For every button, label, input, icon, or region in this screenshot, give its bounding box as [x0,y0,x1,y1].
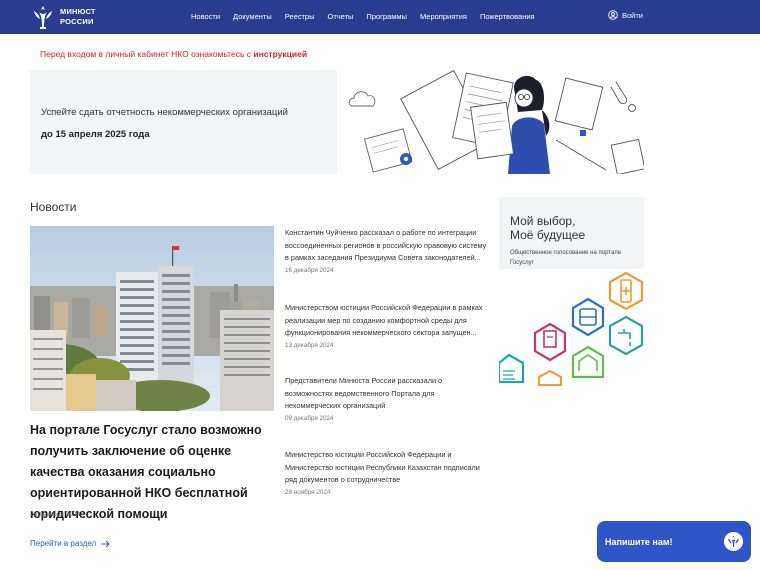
news-item-date: 28 ноября 2024 [285,488,331,496]
news-item-text: Министерством юстиции Российской Федерац… [285,303,483,337]
main-news-title[interactable]: На портале Госуслуг стало возможно получ… [30,420,280,525]
news-section-title: Новости [30,200,77,214]
logo-line-1: МИНЮСТ [60,7,96,16]
instruction-link[interactable]: инструкцией [253,49,307,59]
news-item-date: 13 декабря 2024 [285,341,334,349]
reporting-illustration [348,70,644,174]
nav-events[interactable]: Мероприятия [420,12,467,21]
cloud-icon [348,91,376,107]
top-navigation-bar: МИНЮСТ РОССИИ Новости Документы Реестры … [0,0,760,34]
news-item-date: 16 декабря 2024 [285,266,334,274]
news-item[interactable]: Министерство юстиции Российской Федераци… [285,449,490,496]
news-item[interactable]: Министерством юстиции Российской Федерац… [285,302,490,349]
write-to-us-button[interactable]: Напишите нам! [597,521,751,562]
nav-donations[interactable]: Пожертвования [480,12,535,21]
news-item-text: Представители Минюста России рассказали … [285,376,443,410]
user-icon [608,10,618,20]
nav-programs[interactable]: Программы [366,12,407,21]
login-button[interactable]: Войти [608,10,643,20]
news-item-text: Константин Чуйченко рассказал о работе п… [285,228,487,262]
nav-news[interactable]: Новости [191,12,220,21]
goto-section-link[interactable]: Перейти в раздел [30,539,110,548]
nav-registries[interactable]: Реестры [285,12,315,21]
paperclip-icon [610,81,628,105]
notice-text: Перед входом в личный кабинет НКО ознако… [40,49,254,59]
nav-documents[interactable]: Документы [233,12,272,21]
promo-title: Мой выбор, Моё будущее [510,214,585,242]
arrow-right-icon [101,540,110,547]
my-choice-promo-banner[interactable]: Мой выбор, Моё будущее Общественное голо… [499,197,644,393]
goto-label: Перейти в раздел [30,539,97,548]
login-notice: Перед входом в личный кабинет НКО ознако… [40,49,307,59]
news-item[interactable]: Представители Минюста России рассказали … [285,375,490,422]
logo-line-2: РОССИИ [60,17,94,26]
login-label: Войти [622,10,643,20]
nav-reports[interactable]: Отчеты [327,12,353,21]
promo-subtitle: Общественное голосование на портале Госу… [510,250,622,266]
logo-text[interactable]: МИНЮСТ РОССИИ [60,7,96,27]
banner-line-2: до 15 апреля 2025 года [41,129,150,140]
news-item[interactable]: Константин Чуйченко рассказал о работе п… [285,227,490,274]
main-news-date: 26 декабря 2024 [30,511,81,518]
promo-hexagon-icons [499,271,644,386]
promo-title-line-2: Моё будущее [510,228,586,242]
news-item-date: 09 декабря 2024 [285,414,334,422]
news-main-photo[interactable] [30,226,274,411]
banner-line-1: Успейте сдать отчетность некоммерческих … [41,107,288,118]
emblem-chat-icon [724,532,743,551]
news-item-text: Министерство юстиции Российской Федераци… [285,450,480,484]
ministry-emblem-icon[interactable] [30,3,56,31]
chat-label: Напишите нам! [605,536,673,547]
deadline-banner[interactable]: Успейте сдать отчетность некоммерческих … [30,70,337,174]
promo-title-line-1: Мой выбор, [510,214,576,228]
main-nav: Новости Документы Реестры Отчеты Програм… [191,12,535,21]
